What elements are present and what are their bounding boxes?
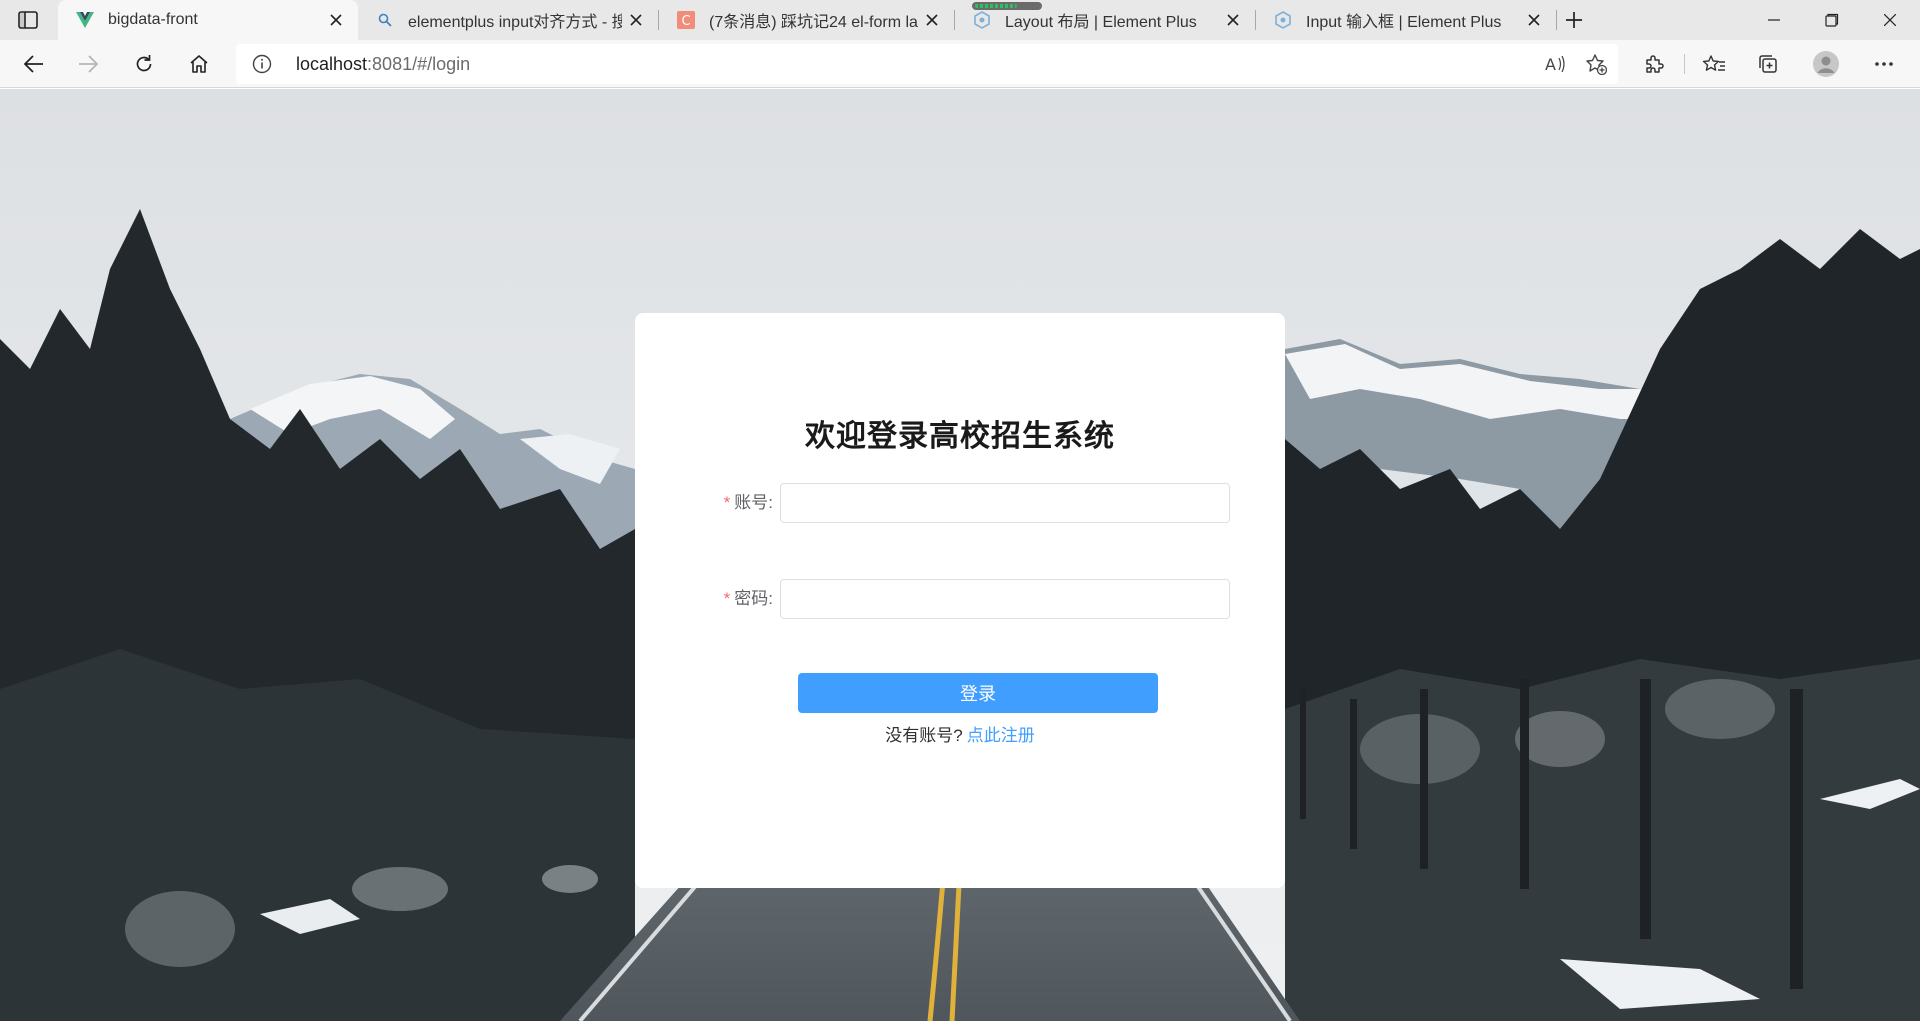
no-account-text: 没有账号?	[885, 726, 963, 745]
avatar-icon	[1813, 51, 1839, 77]
refresh-button[interactable]	[126, 46, 162, 82]
account-input[interactable]	[780, 483, 1230, 523]
account-label-text: 账号:	[734, 493, 773, 512]
login-button[interactable]: 登录	[798, 673, 1158, 713]
password-input[interactable]	[780, 579, 1230, 619]
tab-input-element-plus[interactable]: Input 输入框 | Element Plus	[1256, 0, 1556, 40]
close-icon	[1884, 14, 1896, 26]
close-window-button[interactable]	[1861, 0, 1919, 40]
search-icon	[376, 11, 394, 29]
refresh-icon	[136, 55, 152, 72]
close-tab-icon[interactable]	[622, 6, 650, 34]
close-tab-icon[interactable]	[918, 6, 946, 34]
address-bar[interactable]: localhost:8081/#/login A	[236, 44, 1618, 84]
minimize-icon	[1768, 19, 1780, 21]
forward-button[interactable]	[70, 46, 106, 82]
new-tab-button[interactable]	[1558, 6, 1590, 34]
tab-search[interactable]: elementplus input对齐方式 - 搜索	[358, 0, 658, 40]
arrow-right-icon	[79, 55, 98, 73]
add-favorite-icon[interactable]	[1580, 48, 1612, 80]
plus-icon	[1566, 12, 1582, 28]
restore-button[interactable]	[1803, 0, 1861, 40]
login-title: 欢迎登录高校招生系统	[805, 420, 1115, 453]
register-prompt: 没有账号? 点此注册	[635, 721, 1285, 746]
close-tab-icon[interactable]	[1520, 6, 1548, 34]
page-viewport: 欢迎登录高校招生系统 * 账号: * 密码: 登录 没有账号? 点此注册	[0, 89, 1920, 1021]
account-form-item: * 账号:	[635, 483, 1285, 523]
tab-csdn[interactable]: C (7条消息) 踩坑记24 el-form label	[659, 0, 954, 40]
puzzle-icon	[1646, 55, 1664, 73]
browser-toolbar: localhost:8081/#/login A	[0, 40, 1920, 88]
tab-separator	[1556, 10, 1557, 30]
favorites-icon	[1702, 55, 1725, 71]
collections-button[interactable]	[1750, 46, 1786, 82]
arrow-left-icon	[24, 55, 43, 73]
close-tab-icon[interactable]	[1219, 6, 1247, 34]
tab-bigdata-front[interactable]: bigdata-front	[58, 0, 358, 40]
password-label: * 密码:	[685, 579, 785, 619]
vue-logo-icon	[76, 11, 94, 29]
more-icon	[1875, 62, 1893, 66]
home-icon	[190, 55, 208, 73]
settings-menu-button[interactable]	[1866, 46, 1902, 82]
required-mark: *	[723, 493, 731, 512]
account-label: * 账号:	[685, 483, 785, 523]
read-aloud-icon[interactable]: A	[1540, 48, 1572, 80]
element-plus-icon	[1274, 11, 1292, 29]
home-button[interactable]	[181, 46, 217, 82]
sidebar-toggle-icon[interactable]	[14, 9, 42, 31]
info-icon[interactable]	[252, 54, 272, 74]
csdn-logo-icon: C	[677, 11, 695, 29]
browser-tab-strip: bigdata-front elementplus input对齐方式 - 搜索…	[0, 0, 1920, 40]
restore-icon	[1825, 13, 1839, 27]
svg-text:A: A	[1545, 55, 1556, 73]
minimize-button[interactable]	[1745, 0, 1803, 40]
url-path: :8081/#/login	[367, 54, 471, 74]
password-label-text: 密码:	[734, 589, 773, 608]
required-mark: *	[723, 589, 731, 608]
media-playing-icon	[972, 2, 1042, 10]
url-text[interactable]: localhost:8081/#/login	[296, 54, 470, 75]
close-tab-icon[interactable]	[322, 6, 350, 34]
register-link[interactable]: 点此注册	[967, 726, 1035, 745]
collections-icon	[1759, 55, 1777, 73]
favorites-button[interactable]	[1696, 46, 1732, 82]
svg-text:C: C	[681, 14, 690, 29]
password-form-item: * 密码:	[635, 579, 1285, 619]
profile-button[interactable]	[1808, 46, 1844, 82]
extensions-button[interactable]	[1636, 46, 1672, 82]
element-plus-icon	[973, 11, 991, 29]
url-host: localhost	[296, 54, 368, 74]
login-card: 欢迎登录高校招生系统 * 账号: * 密码: 登录 没有账号? 点此注册	[635, 313, 1285, 888]
back-button[interactable]	[16, 46, 52, 82]
toolbar-separator	[1684, 54, 1685, 74]
